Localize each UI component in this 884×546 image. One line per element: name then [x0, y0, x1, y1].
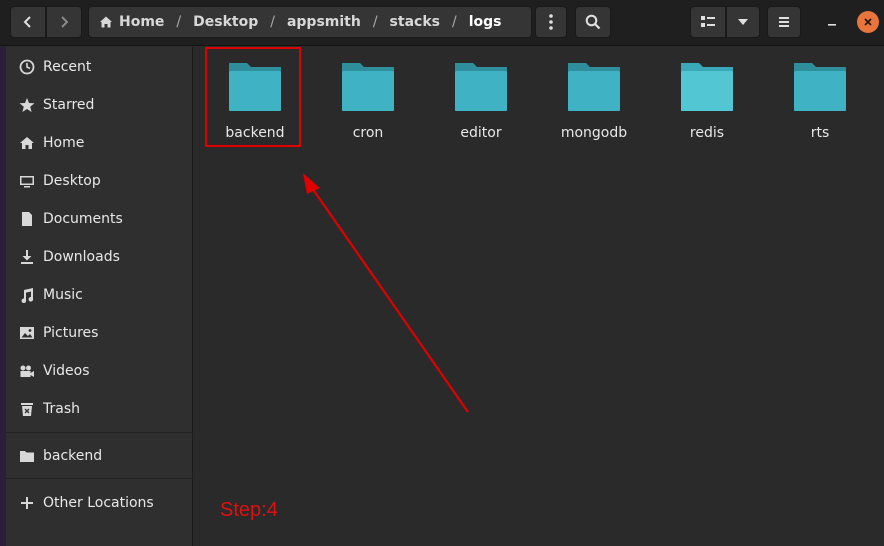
folder-icon	[18, 447, 36, 465]
sidebar-item-label: Starred	[43, 97, 95, 113]
annotation-arrow	[303, 173, 469, 413]
sidebar-item-label: Desktop	[43, 173, 101, 189]
sidebar-item-label: Other Locations	[43, 495, 154, 511]
minimize-button[interactable]	[821, 11, 843, 33]
chevron-right-icon	[61, 16, 69, 28]
minimize-icon	[828, 24, 836, 26]
chevron-left-icon	[23, 16, 31, 28]
breadcrumb-label: Desktop	[193, 14, 259, 30]
sidebar-item-label: Videos	[43, 363, 90, 379]
sidebar-item-label: Home	[43, 135, 85, 151]
step-label: Step:4	[220, 499, 278, 521]
breadcrumb-logs[interactable]: logs	[463, 14, 508, 30]
document-icon	[18, 210, 36, 228]
breadcrumb-separator: /	[372, 14, 378, 30]
sidebar-item-documents[interactable]: Documents	[6, 204, 192, 234]
home-icon	[100, 16, 112, 28]
sidebar-item-label: Documents	[43, 211, 123, 227]
main-menu-button[interactable]	[767, 6, 801, 38]
breadcrumb-home[interactable]: Home	[89, 14, 170, 30]
list-view-icon	[701, 16, 715, 27]
sidebar-item-downloads[interactable]: Downloads	[6, 242, 192, 272]
search-icon	[585, 14, 601, 30]
view-toggle-button[interactable]	[690, 6, 726, 38]
picture-icon	[18, 324, 36, 342]
sidebar-item-backend[interactable]: backend	[6, 441, 192, 471]
breadcrumb-label: stacks	[389, 14, 440, 30]
chevron-down-icon	[738, 19, 748, 25]
breadcrumb-separator: /	[451, 14, 457, 30]
sidebar-item-pictures[interactable]: Pictures	[6, 318, 192, 348]
view-options-button[interactable]	[726, 6, 760, 38]
plus-icon	[18, 494, 36, 512]
search-button[interactable]	[575, 6, 611, 38]
star-icon	[18, 96, 36, 114]
clock-icon	[18, 58, 36, 76]
sidebar-item-trash[interactable]: Trash	[6, 394, 192, 424]
close-icon	[864, 18, 872, 26]
sidebar-separator	[6, 478, 193, 479]
sidebar-item-home[interactable]: Home	[6, 128, 192, 158]
sidebar-item-label: backend	[43, 448, 103, 464]
sidebar-item-other-locations[interactable]: Other Locations	[6, 488, 192, 518]
close-button[interactable]	[857, 11, 879, 33]
desktop-icon	[18, 172, 36, 190]
breadcrumb-stacks[interactable]: stacks	[384, 14, 446, 30]
header-bar: Home / Desktop / appsmith / stacks / log…	[0, 0, 884, 46]
sidebar-item-label: Recent	[43, 59, 92, 75]
forward-button[interactable]	[46, 6, 82, 38]
breadcrumb-label: appsmith	[286, 14, 361, 30]
sidebar-item-starred[interactable]: Starred	[6, 90, 192, 120]
sidebar-item-label: Downloads	[43, 249, 120, 265]
breadcrumb: Home / Desktop / appsmith / stacks / log…	[88, 6, 532, 38]
breadcrumb-label: logs	[468, 14, 502, 30]
breadcrumb-appsmith[interactable]: appsmith	[281, 14, 367, 30]
video-icon	[18, 362, 36, 380]
breadcrumb-separator: /	[270, 14, 275, 30]
sidebar-item-label: Pictures	[43, 325, 99, 341]
sidebar-item-desktop[interactable]: Desktop	[6, 166, 192, 196]
breadcrumb-label: Home	[119, 14, 165, 30]
home-icon	[18, 134, 36, 152]
sidebar-item-label: Trash	[43, 401, 80, 417]
back-button[interactable]	[10, 6, 46, 38]
trash-icon	[18, 400, 36, 418]
sidebar-item-recent[interactable]: Recent	[6, 52, 192, 82]
file-grid: backend cron editor mongodb redis rts St…	[194, 47, 884, 546]
path-menu-button[interactable]	[535, 6, 567, 38]
sidebar-item-label: Music	[43, 287, 83, 303]
sidebar-item-music[interactable]: Music	[6, 280, 192, 310]
breadcrumb-desktop[interactable]: Desktop	[187, 14, 264, 30]
vertical-dots-icon	[549, 14, 553, 30]
sidebar-separator	[6, 432, 193, 433]
breadcrumb-separator: /	[176, 14, 182, 30]
music-icon	[18, 286, 36, 304]
download-icon	[18, 248, 36, 266]
hamburger-menu-icon	[779, 17, 789, 27]
sidebar-item-videos[interactable]: Videos	[6, 356, 192, 386]
